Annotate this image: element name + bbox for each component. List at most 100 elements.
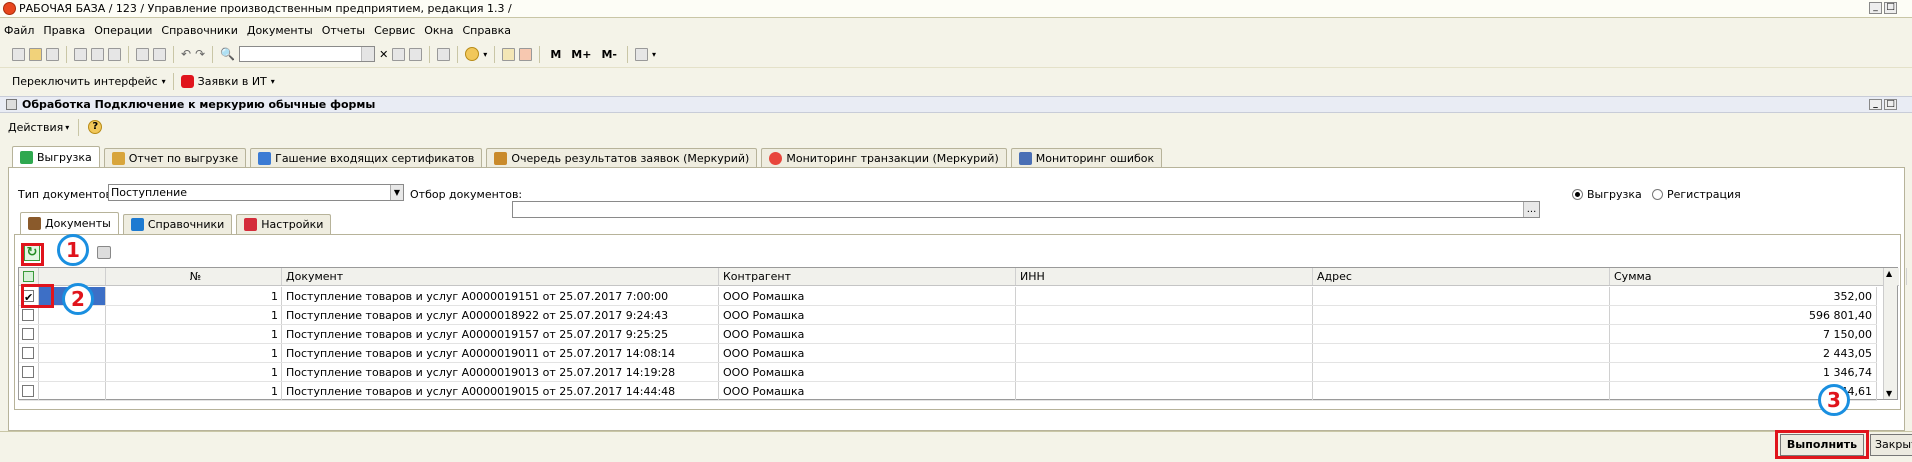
cut-icon[interactable]: [74, 47, 87, 61]
actions-menu-button[interactable]: Действия: [8, 121, 63, 134]
menu-edit[interactable]: Правка: [43, 24, 85, 37]
row-inn: [1016, 382, 1313, 400]
header-address[interactable]: Адрес: [1313, 268, 1610, 285]
chevron-down-icon[interactable]: ▾: [652, 50, 656, 59]
radio-icon[interactable]: [1572, 189, 1583, 200]
tab-documents[interactable]: Документы: [20, 212, 119, 234]
tab-references[interactable]: Справочники: [122, 214, 233, 234]
row-blank: [39, 344, 106, 362]
scroll-up-icon[interactable]: ▲: [1886, 269, 1892, 278]
table-row[interactable]: 1 Поступление товаров и услуг А000001915…: [19, 325, 1877, 344]
find-prev-icon[interactable]: [409, 47, 423, 61]
table-row[interactable]: 1 Поступление товаров и услуг А000001901…: [19, 344, 1877, 363]
menu-operations[interactable]: Операции: [94, 24, 152, 37]
table-scrollbar[interactable]: ▲ ▼: [1883, 268, 1897, 399]
row-checkbox[interactable]: [22, 385, 34, 397]
annotation-box-execute: [1775, 430, 1869, 459]
new-doc-icon[interactable]: [12, 47, 25, 61]
row-checkbox-cell[interactable]: [19, 325, 39, 343]
row-checkbox[interactable]: [22, 328, 34, 340]
row-checkbox[interactable]: [22, 347, 34, 359]
print-icon[interactable]: [97, 246, 111, 259]
header-sum[interactable]: Сумма: [1610, 268, 1907, 285]
toolbar-separator: [626, 45, 628, 63]
tab-settings[interactable]: Настройки: [236, 214, 332, 234]
help-icon[interactable]: ?: [88, 120, 103, 134]
chevron-down-icon[interactable]: ▾: [271, 77, 275, 86]
chevron-down-icon[interactable]: ▼: [390, 185, 403, 200]
table-row[interactable]: 1 Поступление товаров и услуг А000001915…: [19, 287, 1877, 306]
find-next-icon[interactable]: [392, 47, 406, 61]
clear-search-icon[interactable]: ✕: [379, 48, 388, 61]
check-all-header[interactable]: [19, 268, 39, 285]
doc-type-select[interactable]: Поступление ▼: [108, 184, 404, 201]
minimize-icon[interactable]: _: [1869, 99, 1882, 110]
chevron-down-icon[interactable]: ▾: [162, 77, 166, 86]
menu-references[interactable]: Справочники: [161, 24, 237, 37]
row-checkbox-cell[interactable]: [19, 363, 39, 381]
calendar-icon[interactable]: [519, 47, 533, 61]
row-checkbox-cell[interactable]: [19, 306, 39, 324]
windows-icon[interactable]: [437, 47, 451, 61]
info-icon[interactable]: [465, 47, 480, 61]
copy-icon[interactable]: [91, 47, 104, 61]
tab-export[interactable]: Выгрузка: [12, 146, 100, 168]
restore-icon[interactable]: □: [1884, 99, 1897, 110]
row-checkbox-cell[interactable]: [19, 382, 39, 400]
row-checkbox[interactable]: [22, 366, 34, 378]
menu-file[interactable]: Файл: [4, 24, 34, 37]
tab-label: Справочники: [147, 218, 225, 231]
paste-icon[interactable]: [108, 47, 121, 61]
memory-plus-button[interactable]: М+: [571, 48, 591, 61]
switch-interface-button[interactable]: Переключить интерфейс: [12, 75, 158, 88]
toolbar-separator: [212, 45, 214, 63]
menu-documents[interactable]: Документы: [247, 24, 313, 37]
header-number[interactable]: №: [106, 268, 282, 285]
row-checkbox-cell[interactable]: [19, 344, 39, 362]
header-document[interactable]: Документ: [282, 268, 719, 285]
save-icon[interactable]: [46, 47, 59, 61]
table-row[interactable]: 1 Поступление товаров и услуг А000001901…: [19, 363, 1877, 382]
search-input[interactable]: [239, 46, 376, 62]
doc-filter-input[interactable]: ...: [512, 201, 1540, 218]
chevron-down-icon[interactable]: ▾: [65, 123, 69, 132]
scroll-down-icon[interactable]: ▼: [1886, 389, 1892, 398]
queue-icon: [494, 152, 508, 165]
tab-export-report[interactable]: Отчет по выгрузке: [103, 148, 247, 168]
radio-icon[interactable]: [1652, 189, 1663, 200]
menu-service[interactable]: Сервис: [374, 24, 415, 37]
radio-registration[interactable]: Регистрация: [1652, 188, 1741, 201]
tab-errors[interactable]: Мониторинг ошибок: [1010, 148, 1163, 168]
open-folder-icon[interactable]: [29, 47, 42, 61]
row-counterparty: ООО Ромашка: [719, 287, 1016, 305]
tab-certificates[interactable]: Гашение входящих сертификатов: [250, 148, 483, 168]
undo-icon[interactable]: ↶: [181, 47, 191, 61]
maximize-icon[interactable]: □: [1884, 2, 1897, 14]
calculator-icon[interactable]: [502, 47, 516, 61]
row-checkbox[interactable]: [22, 309, 34, 321]
menu-windows[interactable]: Окна: [424, 24, 453, 37]
monitor-icon: [1018, 152, 1032, 165]
close-button[interactable]: Закрыть: [1870, 434, 1912, 456]
it-requests-button[interactable]: Заявки в ИТ: [198, 75, 267, 88]
menu-reports[interactable]: Отчеты: [322, 24, 365, 37]
preview-icon[interactable]: [153, 47, 166, 61]
table-row[interactable]: 1 Поступление товаров и услуг А000001892…: [19, 306, 1877, 325]
minimize-icon[interactable]: _: [1869, 2, 1882, 14]
header-inn[interactable]: ИНН: [1016, 268, 1313, 285]
memory-button[interactable]: М: [550, 48, 561, 61]
header-counterparty[interactable]: Контрагент: [719, 268, 1016, 285]
tab-queue[interactable]: Очередь результатов заявок (Меркурий): [486, 148, 758, 168]
radio-export[interactable]: Выгрузка: [1572, 188, 1642, 201]
print-icon[interactable]: [136, 47, 149, 61]
table-row[interactable]: 1 Поступление товаров и услуг А000001901…: [19, 382, 1877, 401]
check-all-icon[interactable]: [23, 271, 34, 282]
tools-icon[interactable]: [634, 47, 648, 61]
menu-help[interactable]: Справка: [463, 24, 511, 37]
chevron-down-icon[interactable]: ▾: [483, 50, 487, 59]
tab-transactions[interactable]: Мониторинг транзакции (Меркурий): [761, 148, 1007, 168]
row-address: [1313, 363, 1610, 381]
memory-minus-button[interactable]: М-: [601, 48, 617, 61]
redo-icon[interactable]: ↷: [195, 47, 205, 61]
ellipsis-icon[interactable]: ...: [1523, 202, 1539, 217]
